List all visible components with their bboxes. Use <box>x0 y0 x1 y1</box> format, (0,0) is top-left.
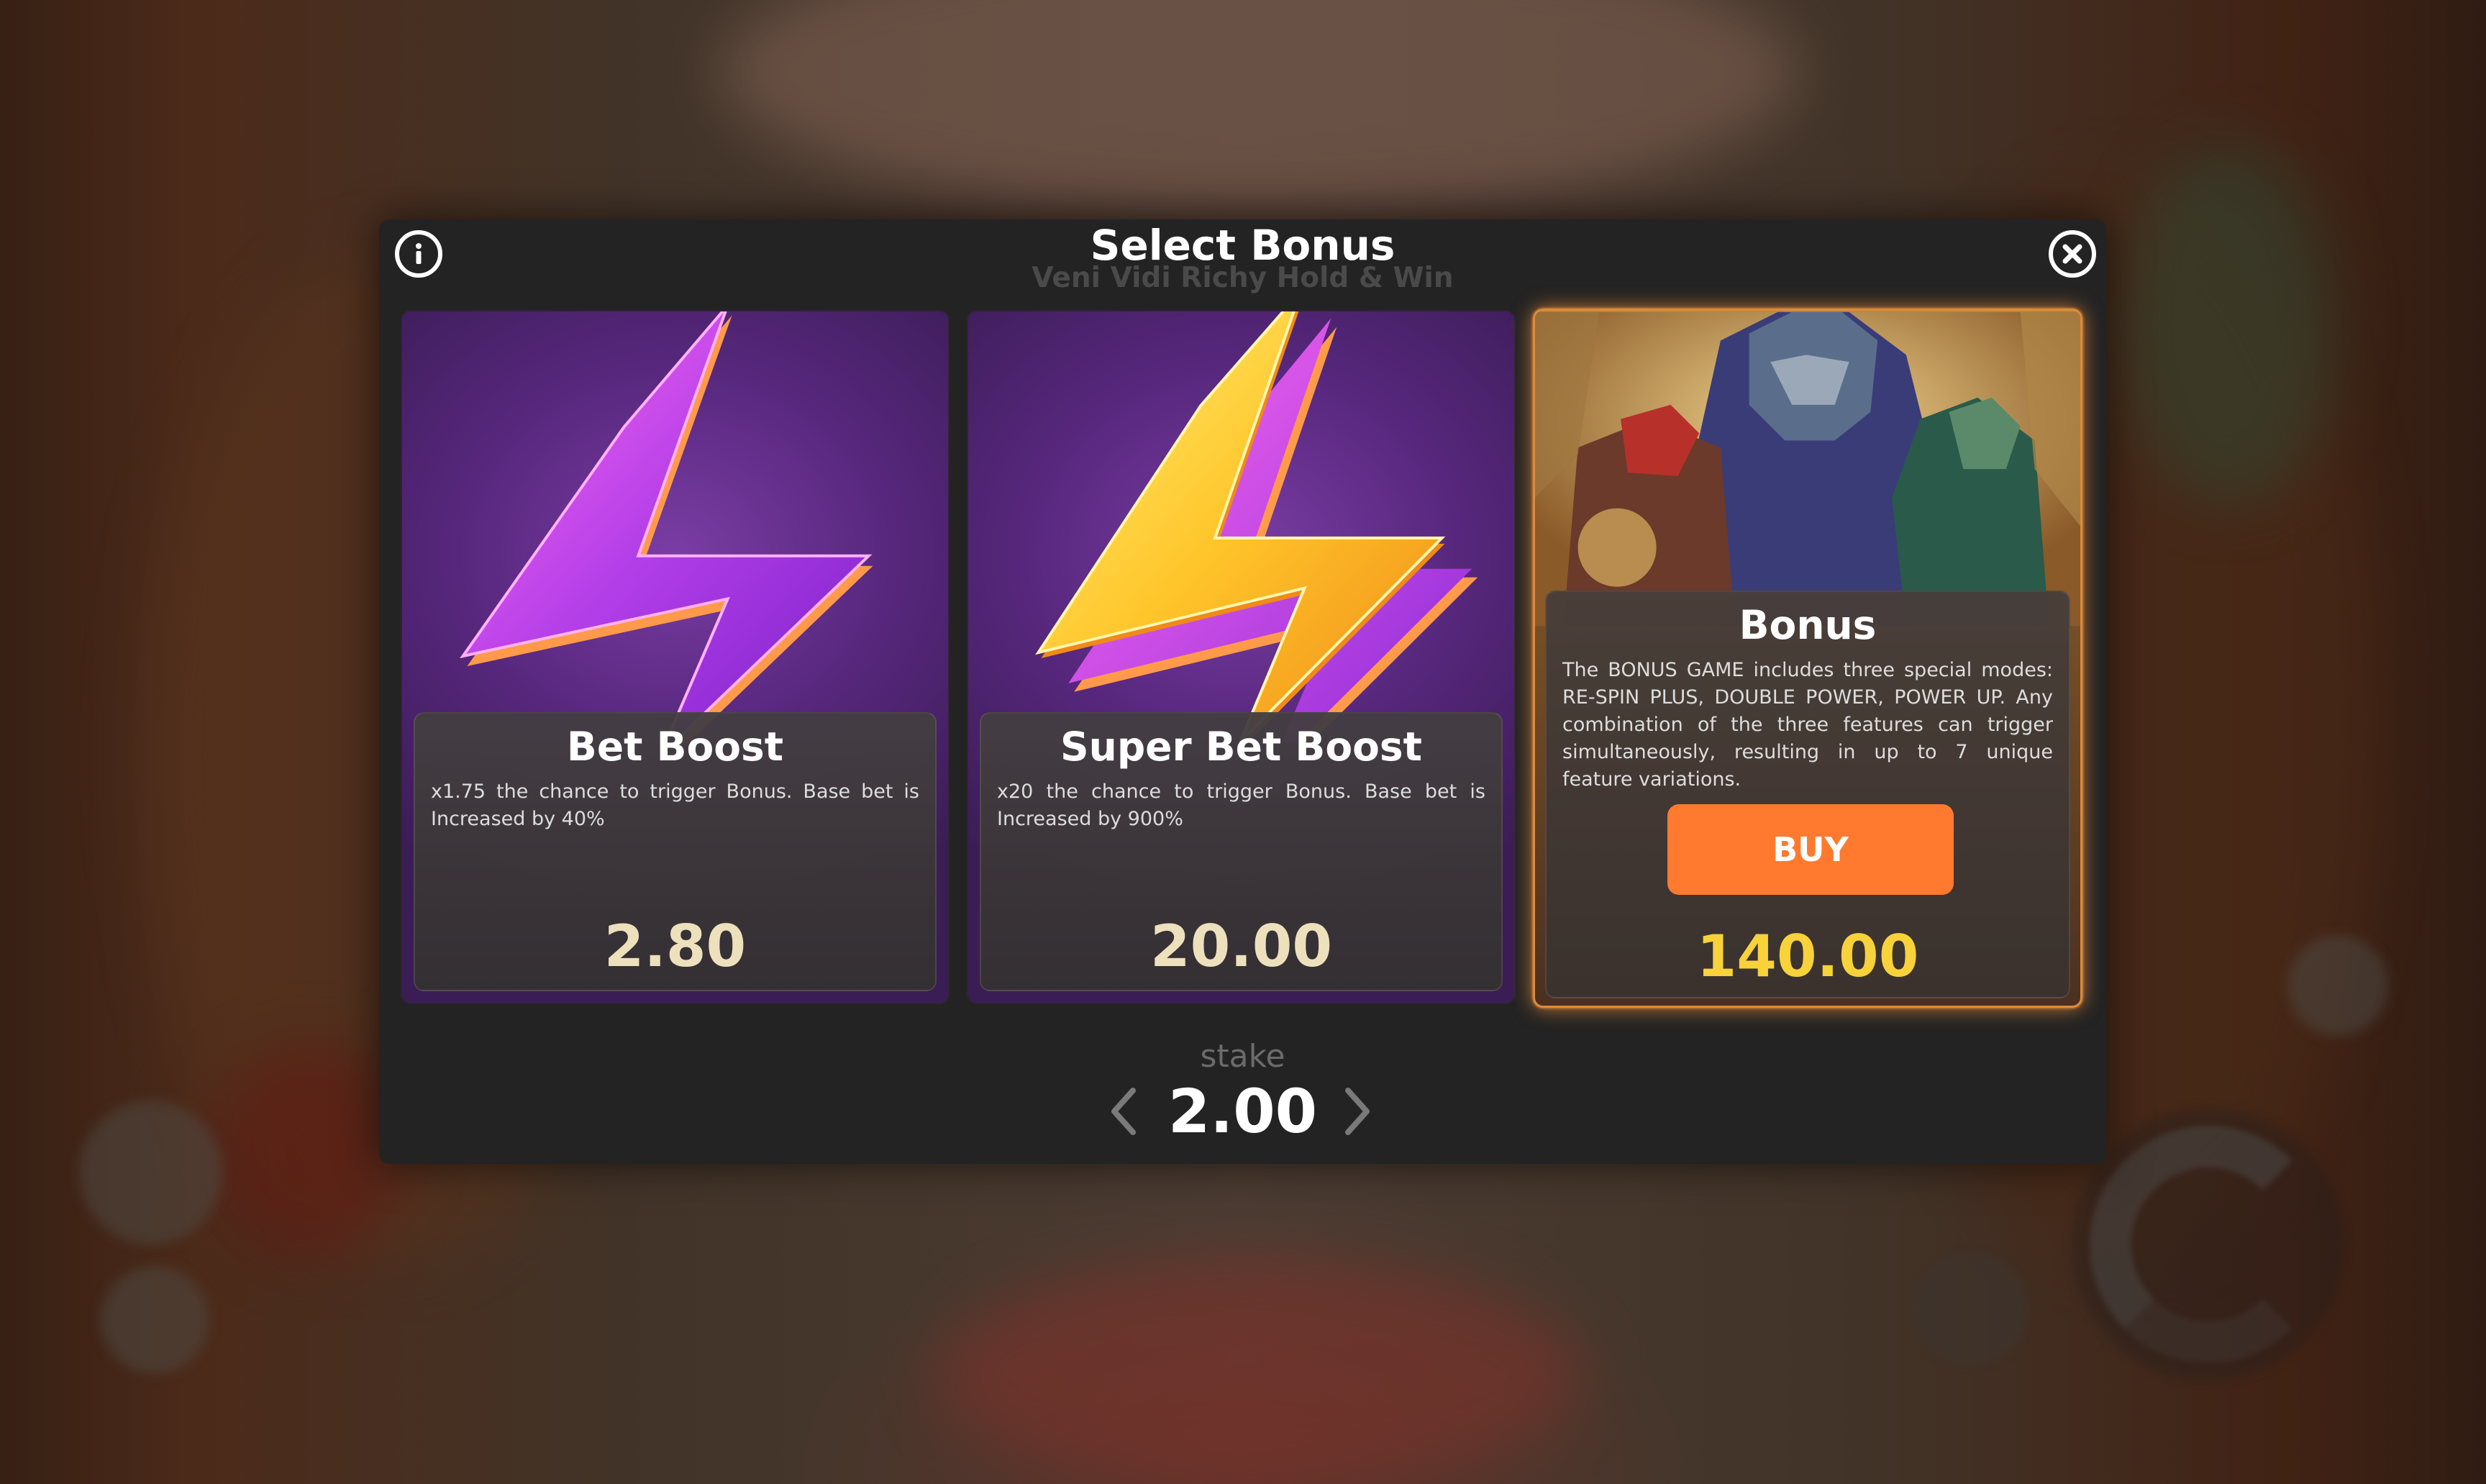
super-bet-boost-description: x20 the chance to trigger Bonus. Base be… <box>997 780 1485 830</box>
bonus-title: Bonus <box>1739 602 1877 648</box>
super-bet-boost-card[interactable]: Super Bet Boost x20 the chance to trigge… <box>967 310 1516 1004</box>
bonus-characters-art-icon <box>1535 311 2080 627</box>
bonus-card[interactable]: Bonus The BONUS GAME includes three spec… <box>1533 309 2082 1008</box>
purple-lightning-bolt-icon <box>459 311 873 743</box>
gold-lightning-bolt-icon <box>1035 311 1478 743</box>
stake-label: stake <box>1200 1038 1285 1075</box>
bet-boost-description: x1.75 the chance to trigger Bonus. Base … <box>431 780 919 830</box>
super-bet-boost-panel: Super Bet Boost x20 the chance to trigge… <box>980 712 1503 991</box>
menu-button-background <box>101 1266 209 1374</box>
buy-button[interactable]: BUY <box>1667 804 1954 895</box>
super-bet-boost-title: Super Bet Boost <box>1060 724 1422 770</box>
bet-boost-panel: Bet Boost x1.75 the chance to trigger Bo… <box>414 712 937 991</box>
stake-value: 2.00 <box>1167 1076 1318 1147</box>
bet-button-background <box>79 1101 223 1244</box>
bonus-description: The BONUS GAME includes three special mo… <box>1562 659 2053 791</box>
stake-increase-button[interactable] <box>1339 1086 1375 1137</box>
bet-boost-title: Bet Boost <box>566 724 784 770</box>
spin-arrows-icon <box>2090 1126 2327 1363</box>
turbo-button-background <box>2287 935 2388 1036</box>
close-icon <box>2062 244 2082 264</box>
bonus-panel: Bonus The BONUS GAME includes three spec… <box>1545 591 2070 998</box>
autoplay-button-background <box>1913 1252 2029 1367</box>
bet-boost-card[interactable]: Bet Boost x1.75 the chance to trigger Bo… <box>401 310 950 1004</box>
info-button[interactable] <box>395 230 442 278</box>
select-bonus-modal: Select Bonus Veni Vidi Richy Hold & Win <box>379 219 2106 1164</box>
info-icon <box>416 243 422 264</box>
bet-boost-price[interactable]: 2.80 <box>415 912 935 981</box>
close-button[interactable] <box>2049 230 2096 278</box>
super-bet-boost-price[interactable]: 20.00 <box>981 912 1501 981</box>
bonus-price: 140.00 <box>1696 923 1919 990</box>
modal-subtitle: Veni Vidi Richy Hold & Win <box>1032 262 1454 294</box>
